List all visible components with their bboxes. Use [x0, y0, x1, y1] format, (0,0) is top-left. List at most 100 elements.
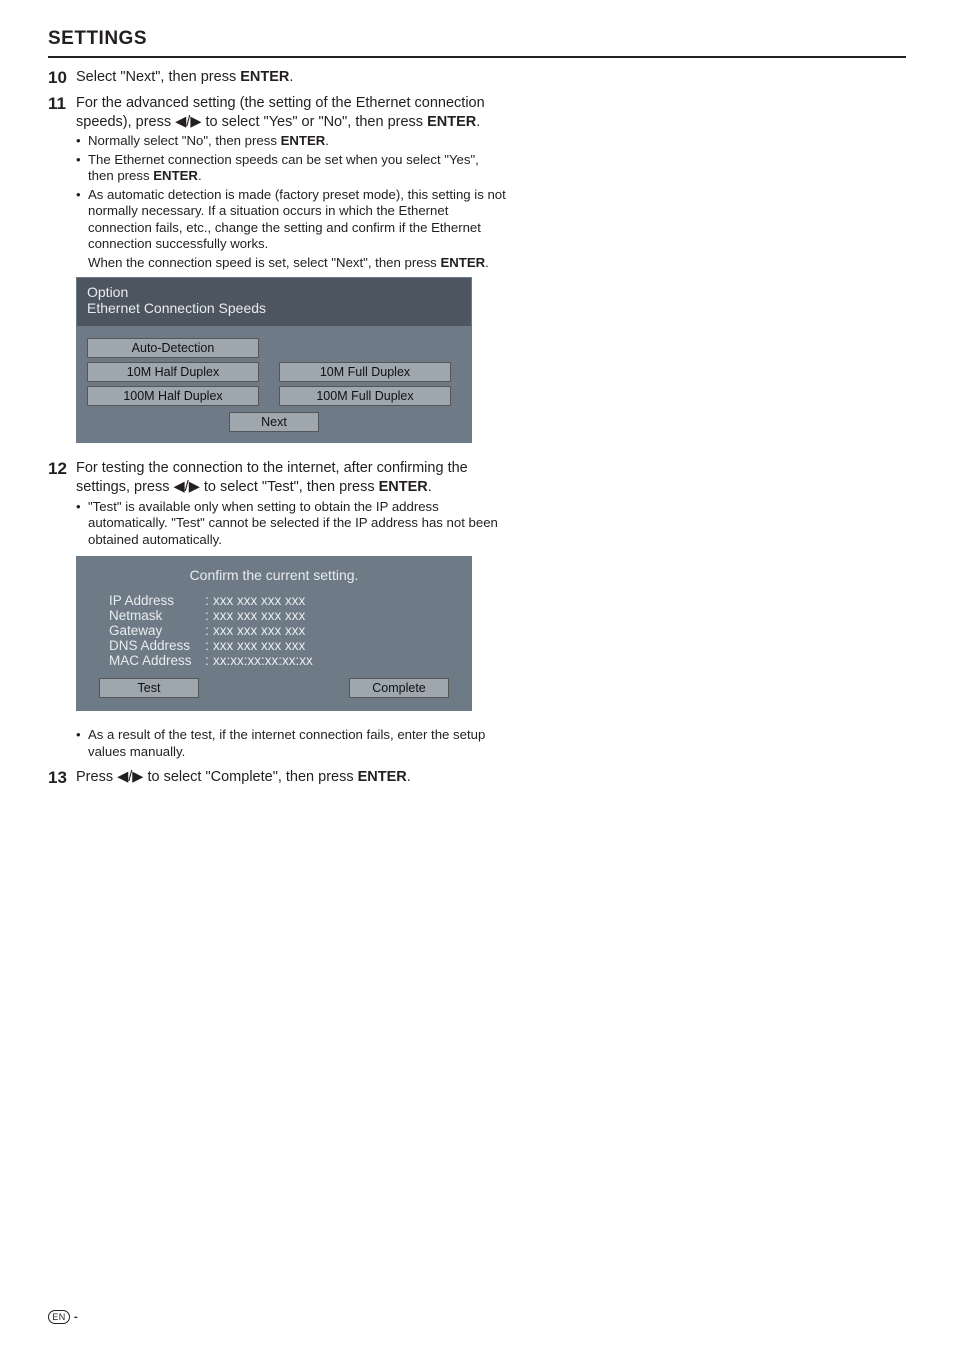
step-text: .	[407, 769, 411, 785]
mac-address-value: xx:xx:xx:xx:xx:xx	[213, 653, 439, 668]
panel-title: Confirm the current setting.	[91, 567, 457, 583]
button-row: 100M Half Duplex 100M Full Duplex	[77, 386, 471, 406]
gateway-value: xxx xxx xxx xxx	[213, 623, 439, 638]
step-text: to select "Yes" or "No", then press	[201, 114, 427, 130]
test-button[interactable]: Test	[99, 678, 199, 698]
step-text: .	[428, 479, 432, 495]
half-duplex-10m-button[interactable]: 10M Half Duplex	[87, 362, 259, 382]
step-text: .	[476, 114, 480, 130]
step-text: .	[485, 255, 489, 270]
step-text: to select "Complete", then press	[143, 769, 357, 785]
language-badge: EN	[48, 1310, 70, 1324]
option-panel-inner: Option Ethernet Connection Speeds Auto-D…	[76, 277, 472, 443]
step-text: to select "Test", then press	[200, 479, 379, 495]
bullet-text: "Test" is available only when setting to…	[88, 499, 498, 547]
step-body: Select "Next", then press ENTER.	[76, 68, 508, 88]
step-number: 10	[48, 68, 76, 88]
left-right-icon: ◀/▶	[175, 114, 201, 130]
list-item: As automatic detection is made (factory …	[76, 187, 508, 253]
dns-address-label: DNS Address	[109, 638, 205, 653]
footer-dash: -	[74, 1311, 78, 1323]
enter-label: ENTER	[281, 133, 326, 148]
bullet-text: .	[325, 133, 329, 148]
enter-label: ENTER	[427, 114, 476, 130]
list-item: Normally select "No", then press ENTER.	[76, 133, 508, 150]
full-duplex-10m-button[interactable]: 10M Full Duplex	[279, 362, 451, 382]
enter-label: ENTER	[379, 479, 428, 495]
setting-row: DNS Address:xxx xxx xxx xxx	[109, 638, 439, 653]
button-row: Auto-Detection	[77, 338, 471, 358]
left-right-icon: ◀/▶	[117, 769, 143, 785]
step-number-spacer	[48, 725, 76, 762]
bullet-list: Normally select "No", then press ENTER. …	[76, 133, 508, 253]
option-panel: Option Ethernet Connection Speeds Auto-D…	[76, 277, 472, 443]
list-item: "Test" is available only when setting to…	[76, 499, 508, 549]
step-10: 10 Select "Next", then press ENTER.	[48, 68, 508, 88]
colon: :	[205, 593, 213, 608]
gateway-label: Gateway	[109, 623, 205, 638]
settings-block: IP Address:xxx xxx xxx xxx Netmask:xxx x…	[109, 593, 439, 668]
bullet-list: "Test" is available only when setting to…	[76, 499, 508, 549]
enter-label: ENTER	[153, 168, 198, 183]
left-column: 10 Select "Next", then press ENTER. 11 F…	[48, 68, 508, 788]
step-body: Press ◀/▶ to select "Complete", then pre…	[76, 768, 508, 788]
bullet-text: Normally select "No", then press	[88, 133, 281, 148]
confirm-panel-inner: Confirm the current setting. IP Address:…	[76, 556, 472, 711]
enter-label: ENTER	[358, 769, 407, 785]
netmask-value: xxx xxx xxx xxx	[213, 608, 439, 623]
auto-detection-button[interactable]: Auto-Detection	[87, 338, 259, 358]
bullet-text: The Ethernet connection speeds can be se…	[88, 152, 479, 184]
next-button[interactable]: Next	[229, 412, 319, 432]
panel-title: Option	[87, 284, 461, 300]
button-row: Test Complete	[91, 678, 457, 698]
list-item: As a result of the test, if the internet…	[76, 727, 508, 760]
enter-label: ENTER	[440, 255, 485, 270]
colon: :	[205, 638, 213, 653]
dns-address-value: xxx xxx xxx xxx	[213, 638, 439, 653]
colon: :	[205, 623, 213, 638]
setting-row: Gateway:xxx xxx xxx xxx	[109, 623, 439, 638]
full-duplex-100m-button[interactable]: 100M Full Duplex	[279, 386, 451, 406]
confirm-panel: Confirm the current setting. IP Address:…	[76, 556, 472, 711]
continuation-text: When the connection speed is set, select…	[88, 255, 508, 272]
step-body: For the advanced setting (the setting of…	[76, 94, 508, 271]
step-text: Select "Next", then press	[76, 69, 240, 85]
step-text: Press	[76, 769, 117, 785]
setting-row: IP Address:xxx xxx xxx xxx	[109, 593, 439, 608]
heading-rule	[48, 56, 906, 58]
ip-address-label: IP Address	[109, 593, 205, 608]
step-11: 11 For the advanced setting (the setting…	[48, 94, 508, 271]
step-text: When the connection speed is set, select…	[88, 255, 440, 270]
enter-label: ENTER	[240, 69, 289, 85]
bullet-list: As a result of the test, if the internet…	[76, 727, 508, 760]
netmask-label: Netmask	[109, 608, 205, 623]
step-number: 12	[48, 459, 76, 550]
mac-address-label: MAC Address	[109, 653, 205, 668]
complete-button[interactable]: Complete	[349, 678, 449, 698]
panel-header: Option Ethernet Connection Speeds	[77, 278, 471, 326]
left-right-icon: ◀/▶	[174, 479, 200, 495]
section-heading: SETTINGS	[48, 28, 906, 50]
bullet-text: As automatic detection is made (factory …	[88, 187, 506, 252]
colon: :	[205, 653, 213, 668]
button-row: 10M Half Duplex 10M Full Duplex	[77, 362, 471, 382]
ip-address-value: xxx xxx xxx xxx	[213, 593, 439, 608]
setting-row: Netmask:xxx xxx xxx xxx	[109, 608, 439, 623]
step-12: 12 For testing the connection to the int…	[48, 459, 508, 550]
panel-subtitle: Ethernet Connection Speeds	[87, 300, 461, 316]
setting-row: MAC Address:xx:xx:xx:xx:xx:xx	[109, 653, 439, 668]
step-text: .	[289, 69, 293, 85]
step-number: 13	[48, 768, 76, 788]
step-12-continued: As a result of the test, if the internet…	[48, 725, 508, 762]
step-13: 13 Press ◀/▶ to select "Complete", then …	[48, 768, 508, 788]
colon: :	[205, 608, 213, 623]
button-row: Next	[77, 412, 471, 432]
step-body: For testing the connection to the intern…	[76, 459, 508, 550]
half-duplex-100m-button[interactable]: 100M Half Duplex	[87, 386, 259, 406]
bullet-text: As a result of the test, if the internet…	[88, 727, 485, 759]
step-number: 11	[48, 94, 76, 271]
list-item: The Ethernet connection speeds can be se…	[76, 152, 508, 185]
page-footer: EN -	[48, 1310, 78, 1324]
step-body: As a result of the test, if the internet…	[76, 725, 508, 762]
bullet-text: .	[198, 168, 202, 183]
